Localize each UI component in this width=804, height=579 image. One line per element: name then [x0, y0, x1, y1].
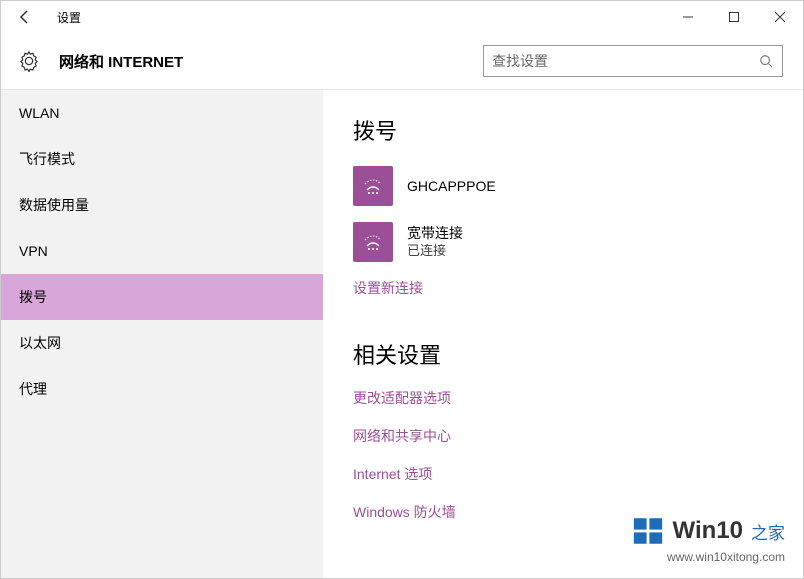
sidebar: WLAN 飞行模式 数据使用量 VPN 拨号 以太网 代理	[1, 90, 323, 578]
dialup-icon	[353, 166, 393, 206]
watermark: Win10 之家 www.win10xitong.com	[631, 514, 785, 564]
watermark-url: www.win10xitong.com	[667, 550, 785, 564]
related-heading: 相关设置	[353, 338, 773, 370]
connection-item[interactable]: 宽带连接 已连接	[353, 222, 773, 262]
sidebar-item-airplane[interactable]: 飞行模式	[1, 136, 323, 182]
sidebar-item-ethernet[interactable]: 以太网	[1, 320, 323, 366]
page-title: 网络和 INTERNET	[59, 51, 183, 72]
sidebar-item-vpn[interactable]: VPN	[1, 228, 323, 274]
close-icon	[775, 12, 785, 22]
sidebar-item-label: WLAN	[19, 105, 59, 121]
sidebar-item-data-usage[interactable]: 数据使用量	[1, 182, 323, 228]
window-title: 设置	[49, 9, 81, 26]
link-network-sharing[interactable]: 网络和共享中心	[353, 426, 773, 446]
new-connection-link[interactable]: 设置新连接	[353, 278, 773, 298]
content: WLAN 飞行模式 数据使用量 VPN 拨号 以太网 代理 拨号 GHCAPPP…	[1, 89, 803, 578]
related-section: 相关设置 更改适配器选项 网络和共享中心 Internet 选项 Windows…	[353, 338, 773, 522]
maximize-button[interactable]	[711, 1, 757, 33]
link-adapter-options[interactable]: 更改适配器选项	[353, 388, 773, 408]
search-input[interactable]: 查找设置	[483, 45, 783, 77]
search-placeholder: 查找设置	[492, 51, 758, 71]
connection-name: 宽带连接	[407, 224, 463, 242]
maximize-icon	[729, 12, 739, 22]
section-heading: 拨号	[353, 114, 773, 146]
arrow-left-icon	[17, 9, 33, 25]
search-icon	[758, 53, 774, 69]
link-internet-options[interactable]: Internet 选项	[353, 464, 773, 484]
connection-item[interactable]: GHCAPPPOE	[353, 166, 773, 206]
connection-name: GHCAPPPOE	[407, 177, 496, 195]
sidebar-item-label: 拨号	[19, 287, 47, 307]
sidebar-item-wlan[interactable]: WLAN	[1, 90, 323, 136]
back-button[interactable]	[1, 1, 49, 33]
main-panel: 拨号 GHCAPPPOE 宽带连接 已连接 设置新连接 相关设置 更改适配器选项	[323, 90, 803, 578]
sidebar-item-dialup[interactable]: 拨号	[1, 274, 323, 320]
watermark-brand: Win10	[673, 517, 743, 545]
dialup-icon	[353, 222, 393, 262]
minimize-button[interactable]	[665, 1, 711, 33]
minimize-icon	[683, 12, 693, 22]
sidebar-item-label: 以太网	[19, 333, 61, 353]
header: 网络和 INTERNET 查找设置	[1, 33, 803, 89]
window-controls	[665, 1, 803, 33]
titlebar: 设置	[1, 1, 803, 33]
windows-logo-icon	[631, 514, 665, 548]
sidebar-item-label: 飞行模式	[19, 149, 75, 169]
sidebar-item-proxy[interactable]: 代理	[1, 366, 323, 412]
sidebar-item-label: 数据使用量	[19, 195, 89, 215]
gear-icon	[18, 50, 40, 72]
sidebar-item-label: VPN	[19, 243, 48, 259]
watermark-suffix: 之家	[751, 519, 785, 544]
settings-icon	[17, 49, 41, 73]
close-button[interactable]	[757, 1, 803, 33]
connection-status: 已连接	[407, 243, 463, 260]
sidebar-item-label: 代理	[19, 379, 47, 399]
